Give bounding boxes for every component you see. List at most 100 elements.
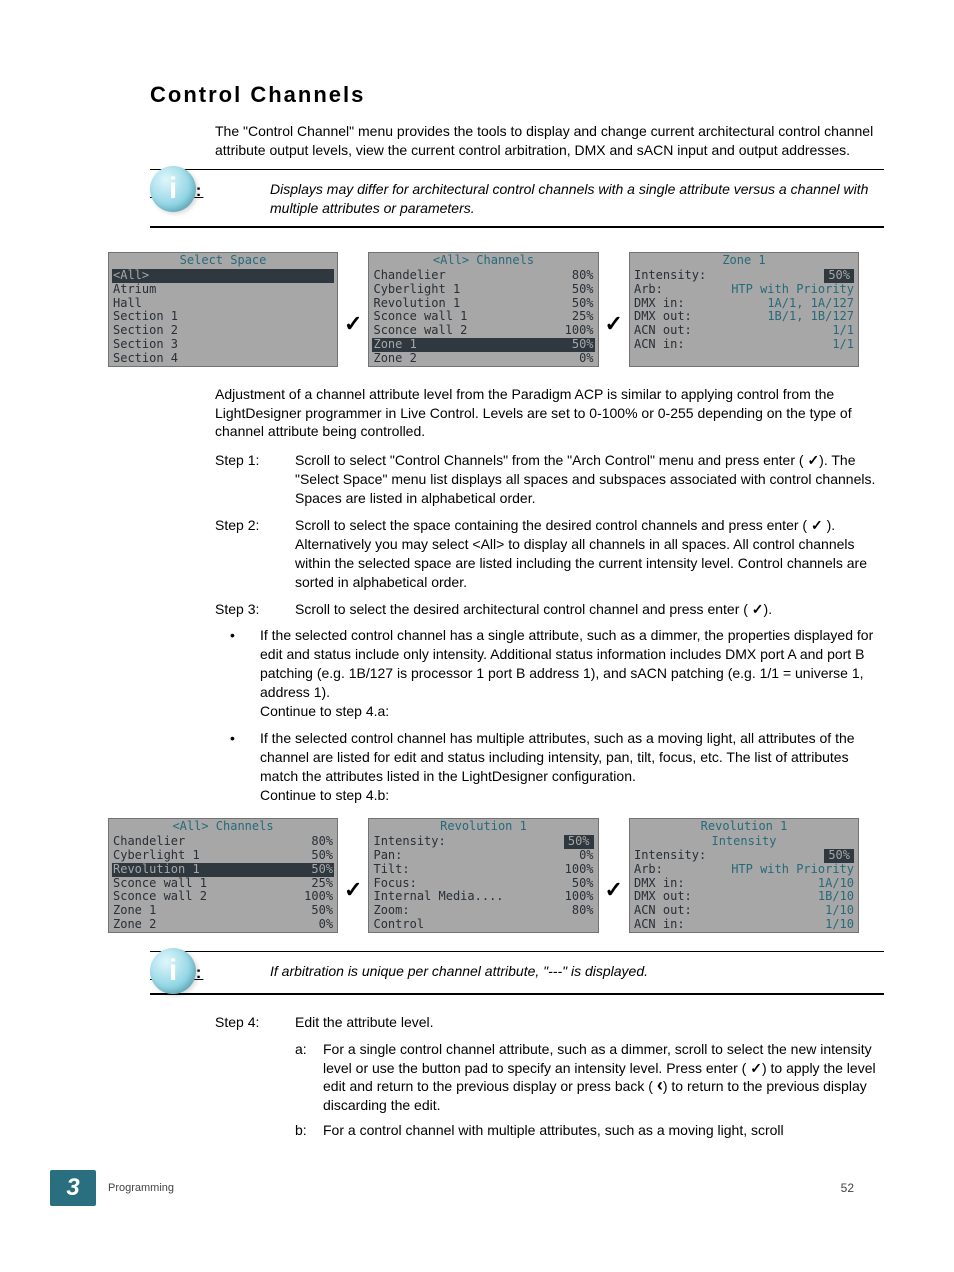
- panel-row: [630, 352, 858, 366]
- body-paragraph: Adjustment of a channel attribute level …: [215, 385, 884, 442]
- panel-title: Revolution 1: [369, 819, 597, 835]
- bullet-body: If the selected control channel has a si…: [260, 626, 884, 720]
- panel-row: Tilt:100%: [369, 863, 597, 877]
- panel-row: Chandelier80%: [369, 269, 597, 283]
- panel-all-channels: <All> ChannelsChandelier80%Cyberlight 15…: [368, 252, 598, 366]
- panel-row: Intensity:50%: [630, 849, 858, 863]
- panel-row: Intensity:50%: [369, 835, 597, 849]
- panel-row: Intensity:50%: [630, 269, 858, 283]
- check-icon: [752, 601, 764, 617]
- check-icon: ✓: [605, 875, 623, 905]
- panel-row: Zone 150%: [109, 904, 337, 918]
- check-icon: ✓: [605, 309, 623, 339]
- step-3: Step 3: Scroll to select the desired arc…: [215, 600, 884, 619]
- panel-row: Focus:50%: [369, 877, 597, 891]
- step-label: Step 3:: [215, 600, 295, 619]
- sub-body: For a single control channel attribute, …: [323, 1040, 884, 1116]
- panel-subtitle: Intensity: [630, 835, 858, 849]
- chapter-number-badge: 3: [50, 1170, 96, 1206]
- step-label: Step 1:: [215, 451, 295, 508]
- panel-row: Zone 20%: [369, 352, 597, 366]
- screen-panels-row-2: <All> ChannelsChandelier80%Cyberlight 15…: [108, 818, 859, 932]
- panel-row: Zone 150%: [372, 338, 594, 352]
- panel-row: Cyberlight 150%: [369, 283, 597, 297]
- panel-row: Arb:HTP with Priority: [630, 863, 858, 877]
- panel-row: ACN out:1/1: [630, 324, 858, 338]
- panel-all-channels-b: <All> ChannelsChandelier80%Cyberlight 15…: [108, 818, 338, 932]
- panel-title: <All> Channels: [369, 253, 597, 269]
- info-icon: i: [150, 166, 196, 212]
- panel-row: DMX out:1B/10: [630, 890, 858, 904]
- panel-row: <All>: [112, 269, 334, 283]
- note-text: Displays may differ for architectural co…: [270, 180, 884, 218]
- panel-revolution-1-intensity: Revolution 1IntensityIntensity:50%Arb:HT…: [629, 818, 859, 932]
- bullet-item: • If the selected control channel has a …: [230, 626, 884, 720]
- panel-title: Zone 1: [630, 253, 858, 269]
- panel-row: Atrium: [109, 283, 337, 297]
- chapter-label: Programming: [108, 1181, 174, 1196]
- panel-row: Section 4: [109, 352, 337, 366]
- panel-row: Sconce wall 2100%: [369, 324, 597, 338]
- step-label: Step 2:: [215, 516, 295, 592]
- panel-select-space: Select Space<All>AtriumHallSection 1Sect…: [108, 252, 338, 366]
- panel-row: Section 2: [109, 324, 337, 338]
- step-2: Step 2: Scroll to select the space conta…: [215, 516, 884, 592]
- panel-row: Sconce wall 2100%: [109, 890, 337, 904]
- step-body: Scroll to select the desired architectur…: [295, 600, 884, 619]
- step-4-b: b: For a control channel with multiple a…: [295, 1121, 884, 1140]
- panel-row: Revolution 150%: [369, 297, 597, 311]
- step-body: Scroll to select "Control Channels" from…: [295, 451, 884, 508]
- note-block-1: i Note: Displays may differ for architec…: [150, 180, 884, 218]
- panel-row: DMX in:1A/10: [630, 877, 858, 891]
- step-body: Edit the attribute level.: [295, 1013, 884, 1032]
- panel-title: Revolution 1: [630, 819, 858, 835]
- panel-row: Sconce wall 125%: [109, 877, 337, 891]
- panel-title: Select Space: [109, 253, 337, 269]
- check-icon: [750, 1060, 762, 1076]
- panel-row: Section 1: [109, 310, 337, 324]
- panel-title: <All> Channels: [109, 819, 337, 835]
- screen-panels-row-1: Select Space<All>AtriumHallSection 1Sect…: [108, 252, 859, 366]
- panel-row: Chandelier80%: [109, 835, 337, 849]
- sub-label: a:: [295, 1040, 323, 1116]
- panel-row: Internal Media....100%: [369, 890, 597, 904]
- check-icon: [807, 452, 819, 468]
- panel-row: ACN in:1/10: [630, 918, 858, 932]
- panel-row: ACN in:1/1: [630, 338, 858, 352]
- panel-row: Zone 20%: [109, 918, 337, 932]
- bullet-body: If the selected control channel has mult…: [260, 729, 884, 805]
- step-4-a: a: For a single control channel attribut…: [295, 1040, 884, 1116]
- bullet-dot: •: [230, 626, 260, 720]
- panel-row: ACN out:1/10: [630, 904, 858, 918]
- panel-revolution-1: Revolution 1Intensity:50%Pan:0%Tilt:100%…: [368, 818, 598, 932]
- intro-paragraph: The "Control Channel" menu provides the …: [215, 122, 884, 160]
- page-footer: 3 Programming 52: [50, 1170, 904, 1206]
- step-label: Step 4:: [215, 1013, 295, 1032]
- sub-body: For a control channel with multiple attr…: [323, 1121, 884, 1140]
- note-text: If arbitration is unique per channel att…: [270, 962, 648, 981]
- info-icon: i: [150, 948, 196, 994]
- panel-row: Hall: [109, 297, 337, 311]
- step-body: Scroll to select the space containing th…: [295, 516, 884, 592]
- step-4: Step 4: Edit the attribute level.: [215, 1013, 884, 1032]
- panel-row: DMX out:1B/1, 1B/127: [630, 310, 858, 324]
- panel-zone-1: Zone 1Intensity:50%Arb:HTP with Priority…: [629, 252, 859, 366]
- bullet-item: • If the selected control channel has mu…: [230, 729, 884, 805]
- page-number: 52: [841, 1180, 854, 1196]
- note-block-2: i Note: If arbitration is unique per cha…: [150, 962, 884, 985]
- panel-row: Section 3: [109, 338, 337, 352]
- panel-row: Cyberlight 150%: [109, 849, 337, 863]
- check-icon: ✓: [344, 309, 362, 339]
- panel-row: Control: [369, 918, 597, 932]
- step-1: Step 1: Scroll to select "Control Channe…: [215, 451, 884, 508]
- panel-row: Revolution 150%: [112, 863, 334, 877]
- panel-row: DMX in:1A/1, 1A/127: [630, 297, 858, 311]
- section-heading: Control Channels: [150, 80, 904, 110]
- panel-row: Arb:HTP with Priority: [630, 283, 858, 297]
- sub-label: b:: [295, 1121, 323, 1140]
- check-icon: ✓: [344, 875, 362, 905]
- panel-row: Zoom:80%: [369, 904, 597, 918]
- panel-row: Pan:0%: [369, 849, 597, 863]
- check-icon: [811, 517, 823, 533]
- bullet-dot: •: [230, 729, 260, 805]
